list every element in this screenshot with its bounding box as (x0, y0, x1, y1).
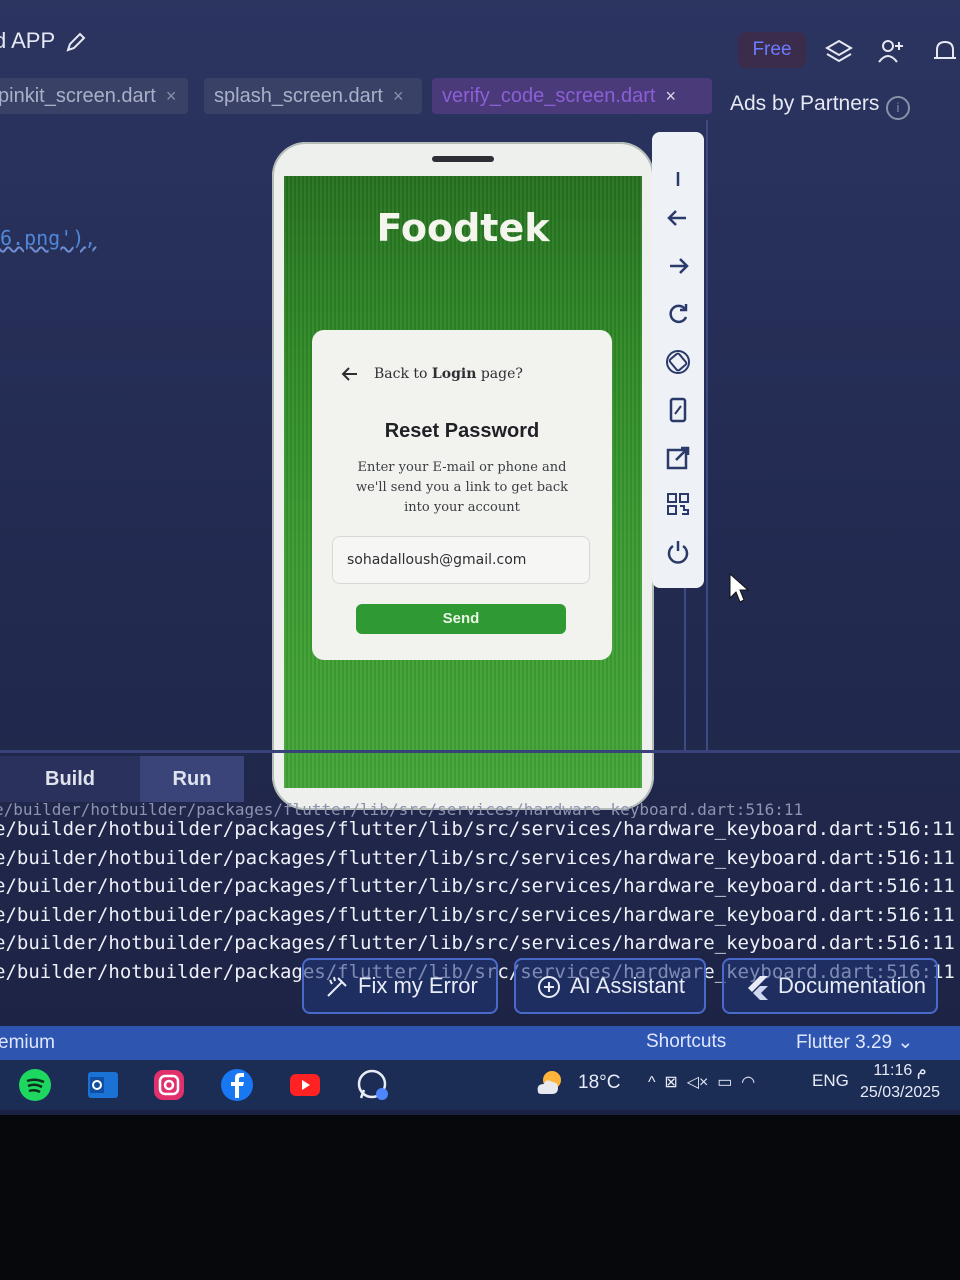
open-external-icon[interactable] (664, 444, 692, 472)
close-icon[interactable]: × (166, 86, 177, 106)
back-text-pre: Back to (374, 366, 432, 382)
flutter-version-select[interactable]: Flutter 3.29 ⌄ (796, 1031, 913, 1054)
weather-icon[interactable] (532, 1066, 566, 1100)
log-line: e/builder/hotbuilder/packages/flutter/li… (0, 846, 954, 869)
reset-description: Enter your E-mail or phone and we'll sen… (355, 460, 569, 515)
tab-label: pinkit_screen.dart (0, 85, 156, 107)
flutter-icon (748, 976, 768, 1001)
app-title: d APP (0, 28, 56, 53)
info-icon[interactable]: i (886, 96, 910, 120)
log-line: e/builder/hotbuilder/packages/flutter/li… (0, 818, 954, 840)
ai-assistant-button[interactable]: AI Assistant (514, 958, 706, 1014)
panel-divider (0, 750, 960, 753)
log-line: e/builder/hotbuilder/packages/flutter/li… (0, 875, 954, 897)
device-screen: Foodtek Back to Login page? Reset Passwo… (284, 176, 642, 788)
device-preview: Foodtek Back to Login page? Reset Passwo… (272, 142, 654, 810)
log-line: e/builder/hotbuilder/packages/flutter/li… (0, 932, 954, 954)
qr-code-icon[interactable] (664, 490, 692, 518)
temperature: 18°C (578, 1072, 621, 1093)
bell-icon[interactable] (930, 36, 960, 66)
ai-label: AI Assistant (570, 973, 685, 998)
tab-verify-code-screen[interactable]: verify_code_screen.dart × (432, 78, 712, 114)
spotify-icon[interactable] (18, 1068, 52, 1102)
send-button[interactable]: Send (356, 604, 566, 634)
tab-label: verify_code_screen.dart (442, 85, 656, 107)
panel-tabs: Build Run (0, 756, 960, 802)
drag-handle-icon[interactable] (664, 166, 692, 194)
preview-divider (706, 120, 708, 750)
phone-frame-icon[interactable] (664, 396, 692, 424)
reset-password-card: Back to Login page? Reset Password Enter… (312, 330, 612, 660)
ide-window: d APP Free pinkit_screen.dart × splash_sc… (0, 0, 960, 1115)
ai-icon (538, 976, 560, 999)
preview-divider (684, 560, 686, 750)
pencil-icon[interactable] (64, 30, 88, 54)
youtube-icon[interactable] (288, 1068, 322, 1102)
email-field[interactable]: sohadalloush@gmail.com (332, 536, 590, 584)
fix-my-error-button[interactable]: Fix my Error (302, 958, 498, 1014)
rotate-icon[interactable] (664, 348, 692, 376)
facebook-icon[interactable] (220, 1068, 254, 1102)
clock[interactable]: 11:16 م 25/03/2025 (850, 1060, 950, 1104)
power-icon[interactable] (664, 538, 692, 566)
cursor-icon (729, 572, 750, 603)
tab-label: splash_screen.dart (214, 85, 383, 107)
device-notch (432, 156, 494, 162)
documentation-button[interactable]: Documentation (722, 958, 938, 1014)
arrow-right-icon[interactable] (664, 252, 692, 280)
editor-tabs: pinkit_screen.dart × splash_screen.dart × … (0, 78, 720, 116)
system-tray[interactable]: ^ ⊠ ◁× ▭ ◠ (648, 1072, 755, 1092)
fix-label: Fix my Error (358, 973, 478, 998)
status-bar: emium Shortcuts Flutter 3.29 ⌄ (0, 1026, 960, 1060)
code-fragment: 6.png'), (0, 226, 97, 250)
brand-logo: Foodtek (376, 206, 550, 250)
device-toolbar (652, 132, 704, 588)
log-line: e/builder/hotbuilder/packages/flutter/li… (0, 800, 804, 818)
shortcuts-link[interactable]: Shortcuts (646, 1031, 726, 1053)
free-button[interactable]: Free (738, 32, 806, 68)
tab-run[interactable]: Run (140, 756, 244, 802)
top-bar: d APP Free (0, 18, 960, 68)
os-taskbar: 18°C ^ ⊠ ◁× ▭ ◠ ENG 11:16 م 25/03/2025 (0, 1060, 960, 1110)
add-user-icon[interactable] (876, 36, 906, 66)
page-title: Reset Password (384, 420, 540, 442)
layers-icon[interactable] (824, 36, 854, 66)
clock-date: 25/03/2025 (859, 1084, 941, 1101)
tab-splash-screen[interactable]: splash_screen.dart × (204, 78, 422, 114)
arrow-left-icon[interactable] (664, 204, 692, 232)
log-line: e/builder/hotbuilder/packages/flutter/li… (0, 903, 954, 926)
back-text-post: page? (476, 366, 523, 382)
close-icon[interactable]: × (393, 86, 404, 106)
ads-label: Ads by Partners (730, 92, 880, 115)
tab-pinkit-screen[interactable]: pinkit_screen.dart × (0, 78, 188, 114)
tab-build[interactable]: Build (0, 756, 140, 802)
docs-label: Documentation (778, 973, 926, 998)
back-arrow-icon[interactable] (340, 364, 360, 384)
login-link[interactable]: Login (432, 366, 476, 382)
refresh-icon[interactable] (664, 300, 692, 328)
premium-label[interactable]: emium (0, 1032, 55, 1054)
fix-icon (327, 976, 347, 997)
outlook-icon[interactable] (86, 1068, 120, 1102)
instagram-icon[interactable] (152, 1068, 186, 1102)
close-icon[interactable]: × (665, 86, 676, 106)
language-indicator[interactable]: ENG (812, 1071, 849, 1091)
clock-time: 11:16 م (873, 1062, 927, 1079)
whatsapp-icon[interactable] (356, 1068, 390, 1102)
back-to-login-link[interactable]: Back to Login page? (374, 366, 523, 382)
